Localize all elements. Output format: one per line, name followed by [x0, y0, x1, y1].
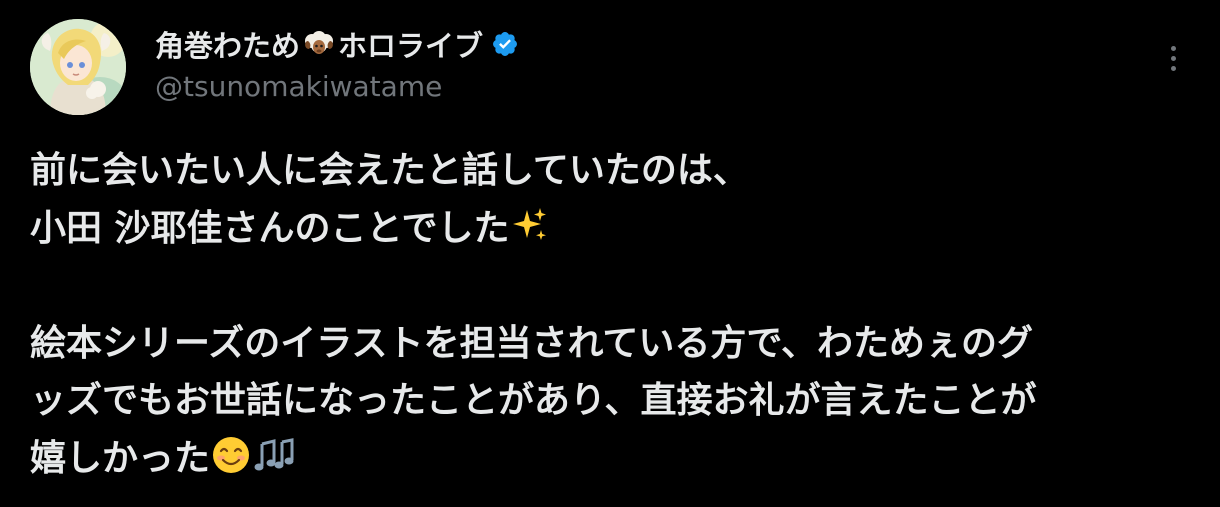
- post-line-6: 嬉しかった: [30, 430, 1200, 488]
- display-name[interactable]: 角巻わため: [155, 23, 300, 65]
- post-line-5: ッズでもお世話になったことがあり、直接お礼が言えたことが: [30, 380, 1037, 421]
- sheep-icon: [305, 31, 334, 54]
- display-name-suffix[interactable]: ホロライブ: [338, 23, 483, 65]
- post-line-4: 絵本シリーズのイラストを担当されている方で、わためぇのグ: [30, 322, 1033, 364]
- post-line-2-text: 小田 沙耶佳さんのことでした: [30, 207, 510, 249]
- more-options-icon: [1170, 45, 1176, 51]
- avatar[interactable]: [30, 19, 126, 115]
- smiling-face-icon: [213, 436, 250, 473]
- post-line-6-text: 嬉しかった: [30, 437, 211, 479]
- post: 角巻わため ホロライブ @tsunomakiwatame 前に会いたい人に会えた…: [0, 0, 1220, 507]
- post-line-1: 前に会いたい人に会えたと話していたのは、: [30, 150, 749, 191]
- sparkles-icon: [513, 207, 547, 240]
- display-name-row[interactable]: 角巻わため ホロライブ: [155, 24, 519, 64]
- more-options-icon-dot: [1170, 55, 1176, 61]
- post-line-2: 小田 沙耶佳さんのことでした: [30, 200, 1200, 258]
- verified-badge-icon[interactable]: [491, 30, 519, 58]
- musical-notes-icon: [254, 437, 294, 470]
- post-line-3: [30, 257, 1200, 315]
- more-options-button[interactable]: [1156, 38, 1190, 78]
- avatar-image: [30, 19, 126, 115]
- more-options-icon-dot: [1170, 65, 1176, 71]
- handle[interactable]: @tsunomakiwatame: [155, 70, 442, 103]
- post-text: 前に会いたい人に会えたと話していたのは、 小田 沙耶佳さんのことでした 絵本シリ…: [30, 142, 1200, 487]
